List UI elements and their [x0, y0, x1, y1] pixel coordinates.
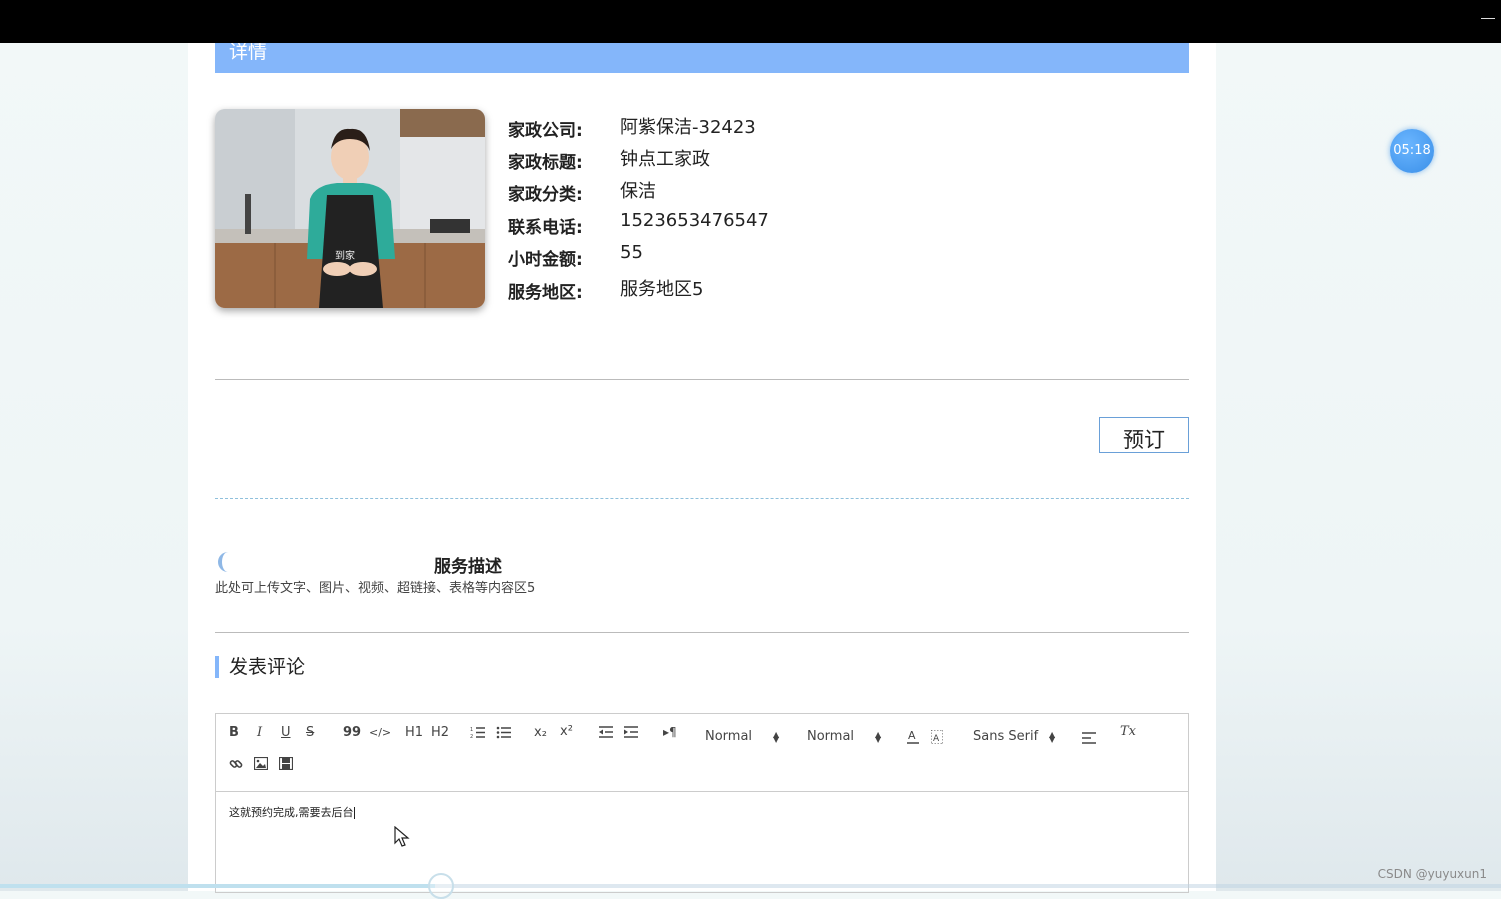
blockquote-button[interactable]: 99	[343, 725, 361, 740]
description-title: 服务描述	[434, 557, 502, 577]
minimize-icon[interactable]	[1481, 6, 1495, 20]
mouse-cursor-icon	[394, 826, 410, 847]
outdent-icon[interactable]	[599, 726, 613, 738]
text-caret	[353, 807, 355, 819]
indent-icon[interactable]	[624, 726, 638, 738]
link-icon[interactable]	[229, 757, 243, 771]
detail-value: 服务地区5	[620, 279, 704, 300]
strike-button[interactable]: S	[306, 725, 314, 740]
subscript-button[interactable]: x₂	[534, 725, 547, 740]
code-block-button[interactable]: </>	[369, 726, 391, 739]
detail-value: 保洁	[620, 181, 656, 202]
detail-label: 小时金额:	[508, 250, 583, 270]
video-icon[interactable]	[279, 757, 293, 770]
superscript-button[interactable]: x²	[560, 724, 573, 739]
detail-header-title: 详情	[229, 43, 268, 63]
recording-timer: 05:18	[1390, 129, 1434, 173]
watermark: CSDN @yuyuxun1	[1377, 867, 1487, 881]
housekeeper-photo: 到家	[215, 109, 485, 308]
divider	[215, 379, 1189, 380]
editor-text: 这就预约完成,需要去后台	[229, 806, 354, 819]
book-button[interactable]: 预订	[1099, 417, 1189, 453]
editor-content[interactable]: 这就预约完成,需要去后台	[229, 804, 355, 820]
svg-text:1: 1	[470, 727, 473, 733]
font-picker[interactable]: Sans Serif ▲ ▼	[973, 729, 1059, 745]
image-icon[interactable]	[254, 757, 268, 770]
detail-label: 家政公司:	[508, 121, 583, 141]
bullet-list-icon[interactable]	[496, 726, 512, 739]
size-picker[interactable]: Normal ▲ ▼	[807, 729, 885, 745]
detail-header: 详情	[215, 43, 1189, 73]
picker-arrows-icon: ▲ ▼	[773, 730, 780, 744]
clean-format-button[interactable]: Tx	[1120, 724, 1136, 739]
header-picker[interactable]: Normal ▲ ▼	[705, 729, 783, 745]
header-2-button[interactable]: H2	[431, 725, 449, 740]
svg-text:A: A	[908, 729, 916, 742]
header-1-button[interactable]: H1	[405, 725, 423, 740]
detail-label: 服务地区:	[508, 283, 583, 303]
detail-value: 1523653476547	[620, 210, 769, 231]
picker-arrows-icon: ▲ ▼	[1049, 730, 1056, 744]
service-photo: 到家	[215, 109, 485, 308]
comment-editor: B I U S 99 </> H1 H2 1 2 x₂ x² ▸¶ Normal…	[215, 713, 1189, 893]
size-picker-label: Normal	[807, 729, 855, 744]
header-picker-label: Normal	[705, 729, 753, 744]
loading-spinner-icon	[218, 552, 238, 572]
ordered-list-icon[interactable]: 1 2	[470, 726, 486, 739]
svg-text:2: 2	[470, 734, 473, 739]
svg-text:到家: 到家	[335, 249, 355, 262]
comment-section-title: 发表评论	[215, 656, 305, 678]
align-left-icon[interactable]	[1082, 732, 1096, 744]
editor-toolbar: B I U S 99 </> H1 H2 1 2 x₂ x² ▸¶ Normal…	[216, 714, 1188, 792]
background-color-icon[interactable]: A	[931, 730, 943, 744]
bold-button[interactable]: B	[229, 725, 239, 740]
text-direction-button[interactable]: ▸¶	[663, 725, 677, 739]
font-picker-label: Sans Serif	[973, 729, 1039, 744]
description-text: 此处可上传文字、图片、视频、超链接、表格等内容区5	[215, 581, 536, 596]
dashed-divider	[215, 498, 1189, 499]
detail-label: 家政分类:	[508, 185, 583, 205]
video-top-bar	[0, 0, 1501, 43]
detail-value: 钟点工家政	[620, 149, 710, 170]
detail-value: 55	[620, 242, 643, 263]
picker-arrows-icon: ▲ ▼	[875, 730, 882, 744]
detail-value: 阿紫保洁-32423	[620, 117, 756, 138]
detail-label: 家政标题:	[508, 153, 583, 173]
video-progress-handle[interactable]	[428, 873, 454, 899]
video-progress-fill	[0, 884, 436, 888]
underline-button[interactable]: U	[281, 725, 291, 740]
svg-text:A: A	[933, 734, 940, 744]
divider	[215, 632, 1189, 633]
detail-label: 联系电话:	[508, 218, 583, 238]
italic-button[interactable]: I	[257, 725, 262, 740]
text-color-icon[interactable]: A	[907, 729, 919, 745]
